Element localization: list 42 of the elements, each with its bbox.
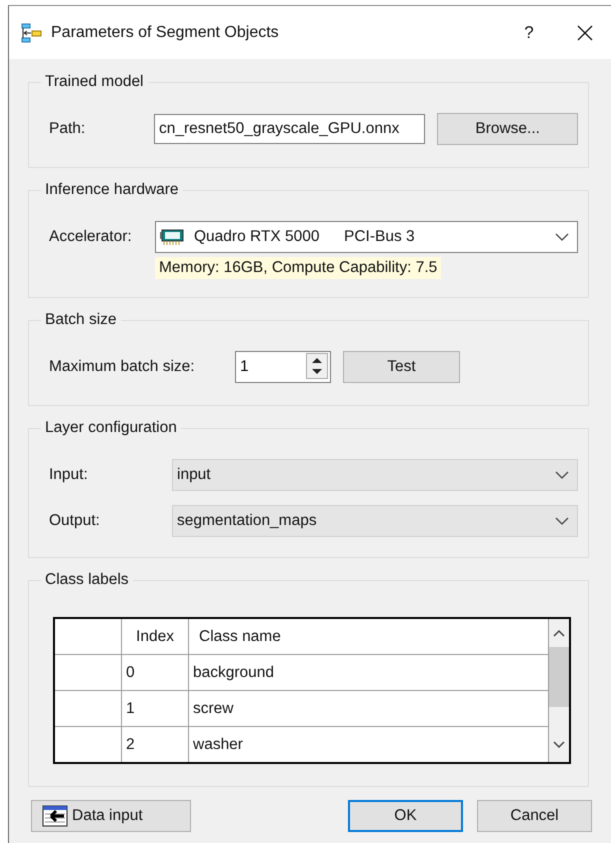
field-label: Maximum batch size: <box>48 358 196 376</box>
group-title: Inference hardware <box>44 181 180 199</box>
bus-label: PCI-Bus 3 <box>344 228 415 246</box>
group-title: Batch size <box>44 311 118 329</box>
close-icon[interactable] <box>577 24 593 40</box>
dropdown-value: input <box>177 466 211 484</box>
field-label: Accelerator: <box>48 228 133 246</box>
dropdown-value: segmentation_maps <box>177 512 317 530</box>
chevron-down-icon <box>555 471 569 479</box>
path-field[interactable]: cn_resnet50_grayscale_GPU.onnx <box>154 114 426 144</box>
data-input-button[interactable]: Data input <box>31 800 191 832</box>
scroll-down-icon[interactable] <box>553 741 565 749</box>
table-cell: 1 <box>122 690 188 726</box>
test-button[interactable]: Test <box>343 351 460 383</box>
table-cell: 0 <box>122 654 188 690</box>
ok-button[interactable]: OK <box>348 800 463 832</box>
table-cell: background <box>188 654 548 690</box>
app-icon <box>21 22 43 42</box>
device-name: Quadro RTX 5000 <box>194 228 321 246</box>
scroll-up-icon[interactable] <box>553 629 565 637</box>
table-cell: screw <box>188 690 548 726</box>
gpu-card-icon <box>160 228 184 246</box>
layer-dropdown[interactable]: input <box>172 459 578 491</box>
column-header: Index <box>122 618 188 654</box>
layer-dropdown[interactable]: segmentation_maps <box>172 505 578 537</box>
field-label: Output: <box>48 512 101 530</box>
field-label: Input: <box>48 466 89 484</box>
browse-button[interactable]: Browse... <box>437 113 578 145</box>
device-info: Memory: 16GB, Compute Capability: 7.5 <box>155 257 442 279</box>
group-title: Class labels <box>44 571 130 589</box>
window-title: Parameters of Segment Objects <box>51 24 280 42</box>
accelerator-dropdown[interactable]: Quadro RTX 5000 PCI-Bus 3 <box>155 221 578 253</box>
column-header: Class name <box>188 618 548 654</box>
chevron-down-icon <box>555 517 569 525</box>
spinner-arrows-icon[interactable] <box>306 353 328 379</box>
scrollbar[interactable] <box>548 618 570 763</box>
help-button[interactable]: ? <box>499 22 559 42</box>
cancel-button[interactable]: Cancel <box>477 800 592 832</box>
chevron-down-icon <box>555 233 569 241</box>
field-label: Path: <box>48 120 86 138</box>
group-title: Layer configuration <box>44 419 178 437</box>
group-title: Trained model <box>44 73 145 91</box>
